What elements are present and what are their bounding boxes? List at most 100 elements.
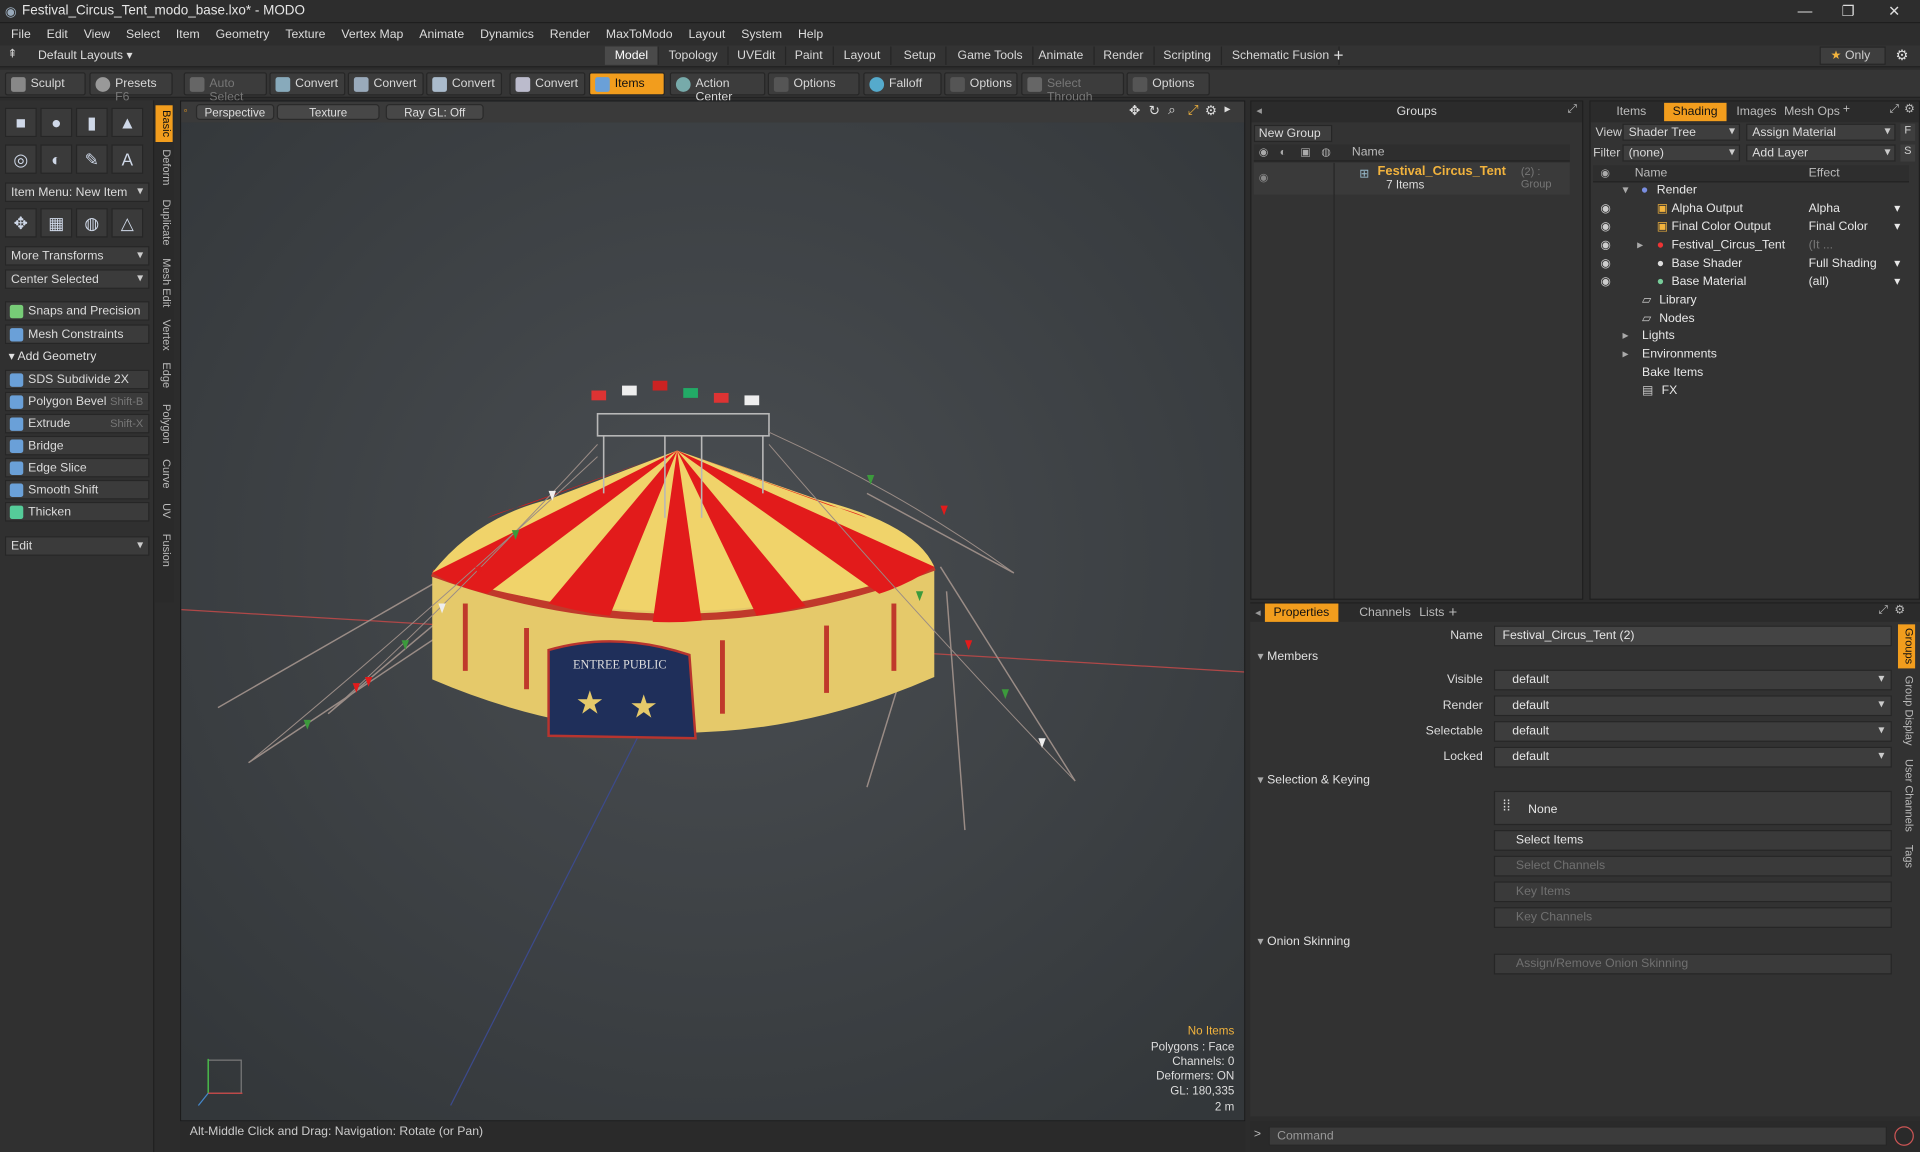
command-input[interactable]: Command bbox=[1268, 1126, 1887, 1146]
add-layer-s-button[interactable]: S bbox=[1900, 144, 1916, 162]
assign-onion-button[interactable]: Assign/Remove Onion Skinning bbox=[1493, 953, 1892, 975]
eye-icon[interactable]: ◉ bbox=[1600, 275, 1611, 288]
tool-sds-subdivide[interactable]: SDS Subdivide 2X bbox=[4, 369, 150, 390]
menu-item[interactable]: Item bbox=[176, 28, 200, 41]
edit-dropdown[interactable]: Edit bbox=[4, 536, 150, 556]
menu-layout[interactable]: Layout bbox=[689, 28, 726, 41]
tool-smooth-shift[interactable]: Smooth Shift bbox=[4, 479, 150, 500]
presets-button[interactable]: Presets F6 bbox=[89, 72, 173, 104]
shader-row-circus-tent[interactable]: ◉ ▸ ● Festival_Circus_Tent (It ... bbox=[1593, 239, 1909, 256]
action-center-options-button[interactable]: Options bbox=[767, 72, 860, 96]
filter-dropdown[interactable]: (none) bbox=[1622, 144, 1741, 162]
center-selected-dropdown[interactable]: Center Selected bbox=[4, 269, 150, 289]
visible-dropdown[interactable]: default bbox=[1493, 669, 1892, 691]
pyramid-icon[interactable]: △ bbox=[111, 208, 144, 238]
select-options-button[interactable]: Options bbox=[1126, 72, 1210, 96]
add-tab-icon[interactable]: + bbox=[1843, 103, 1850, 116]
shader-effect[interactable]: Full Shading bbox=[1809, 257, 1877, 270]
eye-icon[interactable]: ◉ bbox=[1600, 257, 1611, 270]
shader-row-base-material[interactable]: ◉ ● Base Material (all) ▾ bbox=[1593, 275, 1909, 292]
falloff-button[interactable]: Falloff bbox=[863, 72, 942, 96]
key-items-button[interactable]: Key Items bbox=[1493, 881, 1892, 903]
cylinder-icon[interactable]: ▮ bbox=[75, 107, 108, 138]
menu-maxtomodo[interactable]: MaxToModo bbox=[606, 28, 673, 41]
view-dropdown[interactable]: Shader Tree bbox=[1622, 123, 1741, 141]
eye-icon[interactable]: ◉ bbox=[1600, 220, 1611, 233]
chevron-down-icon[interactable]: ▾ bbox=[1894, 202, 1900, 215]
select-items-button[interactable]: Select Items bbox=[1493, 830, 1892, 851]
vtab-user-channels[interactable]: User Channels bbox=[1898, 757, 1915, 835]
assign-material-button[interactable]: Assign Material bbox=[1746, 123, 1896, 141]
name-input[interactable]: Festival_Circus_Tent (2) bbox=[1493, 625, 1892, 647]
tool-edge-slice[interactable]: Edge Slice bbox=[4, 457, 150, 478]
auto-select-button[interactable]: Auto Select bbox=[183, 72, 267, 104]
tool-extrude[interactable]: Extrude Shift-X bbox=[4, 413, 150, 434]
rotate-icon[interactable]: ↻ bbox=[1149, 103, 1160, 119]
vtab-fusion[interactable]: Fusion bbox=[156, 531, 172, 570]
menu-animate[interactable]: Animate bbox=[419, 28, 464, 41]
convert-polygon-button[interactable]: Convert bbox=[426, 72, 503, 96]
minimize-icon[interactable]: — bbox=[1798, 2, 1813, 19]
chevron-down-icon[interactable]: ▾ bbox=[1894, 257, 1900, 270]
transform-icon[interactable]: ✥ bbox=[4, 208, 37, 238]
vtab-deform[interactable]: Deform bbox=[156, 147, 172, 189]
tab-uvedit[interactable]: UVEdit bbox=[727, 46, 787, 65]
expand-icon[interactable]: ▸ bbox=[1622, 329, 1628, 342]
pen-icon[interactable]: ✎ bbox=[75, 144, 108, 174]
vtab-group-display[interactable]: Group Display bbox=[1898, 673, 1915, 749]
vtab-duplicate[interactable]: Duplicate bbox=[156, 196, 172, 250]
convert-edge-button[interactable]: Convert bbox=[347, 72, 424, 96]
globe-icon[interactable]: ◍ bbox=[75, 208, 108, 238]
onion-skinning-section[interactable]: Onion Skinning bbox=[1258, 935, 1350, 948]
tab-render[interactable]: Render bbox=[1093, 46, 1155, 65]
shader-row-alpha-output[interactable]: ◉ ▣ Alpha Output Alpha ▾ bbox=[1593, 202, 1909, 219]
panel-menu-icon[interactable]: ◂ bbox=[1255, 606, 1261, 619]
text-icon[interactable]: A bbox=[111, 144, 144, 174]
shader-row-library[interactable]: ▱ Library bbox=[1593, 294, 1909, 311]
3d-viewport[interactable]: ENTREE PUBLIC ★ ★ ◦ Perspective Texture … bbox=[180, 100, 1246, 1122]
menu-file[interactable]: File bbox=[11, 28, 31, 41]
falloff-options-button[interactable]: Options bbox=[944, 72, 1018, 96]
tab-layout[interactable]: Layout bbox=[834, 46, 892, 65]
convert-vertex-button[interactable]: Convert bbox=[269, 72, 346, 96]
record-icon[interactable] bbox=[1894, 1126, 1914, 1146]
vtab-vertex[interactable]: Vertex bbox=[156, 316, 172, 355]
maximize-icon[interactable]: ❐ bbox=[1842, 2, 1855, 19]
default-layouts-dropdown[interactable]: Default Layouts ▾ bbox=[38, 49, 133, 62]
panel-gear-icon[interactable]: ⚙ bbox=[1904, 103, 1915, 116]
perspective-dropdown[interactable]: Perspective bbox=[195, 104, 275, 120]
texture-dropdown[interactable]: Texture bbox=[276, 104, 380, 120]
maximize-panel-icon[interactable]: ⤢ bbox=[1889, 103, 1899, 116]
select-through-button[interactable]: Select Through bbox=[1021, 72, 1125, 104]
add-geometry-header[interactable]: ▾ Add Geometry bbox=[9, 350, 97, 363]
tab-game-tools[interactable]: Game Tools bbox=[948, 46, 1034, 65]
selectable-dropdown[interactable]: default bbox=[1493, 721, 1892, 742]
tab-setup[interactable]: Setup bbox=[894, 46, 947, 65]
maximize-panel-icon[interactable]: ⤢ bbox=[1567, 103, 1577, 116]
expand-icon[interactable]: ▸ bbox=[1637, 239, 1643, 252]
raygl-dropdown[interactable]: Ray GL: Off bbox=[385, 104, 484, 120]
menu-render[interactable]: Render bbox=[550, 28, 590, 41]
panel-gear-icon[interactable]: ⚙ bbox=[1894, 604, 1905, 617]
locked-dropdown[interactable]: default bbox=[1493, 746, 1892, 768]
items-mode-button[interactable]: Items bbox=[588, 72, 665, 96]
tab-scripting[interactable]: Scripting bbox=[1153, 46, 1222, 65]
shader-row-final-color[interactable]: ◉ ▣ Final Color Output Final Color ▾ bbox=[1593, 220, 1909, 237]
item-menu-dropdown[interactable]: Item Menu: New Item bbox=[4, 182, 150, 202]
add-layer-dropdown[interactable]: Add Layer bbox=[1746, 144, 1896, 162]
tool-thicken[interactable]: Thicken bbox=[4, 501, 150, 522]
tab-channels[interactable]: Channels bbox=[1351, 604, 1420, 622]
tab-animate[interactable]: Animate bbox=[1029, 46, 1095, 65]
eye-icon[interactable]: ◉ bbox=[1600, 239, 1611, 252]
grid-icon[interactable]: ▦ bbox=[40, 208, 73, 238]
key-channels-button[interactable]: Key Channels bbox=[1493, 907, 1892, 928]
only-toggle[interactable]: ★ Only bbox=[1819, 46, 1886, 65]
shader-row-bake-items[interactable]: Bake Items bbox=[1593, 366, 1909, 383]
vtab-polygon[interactable]: Polygon bbox=[156, 399, 172, 448]
close-icon[interactable]: ✕ bbox=[1888, 2, 1900, 19]
capsule-icon[interactable]: ◐ bbox=[40, 144, 73, 174]
torus-icon[interactable]: ◎ bbox=[4, 144, 37, 174]
tab-items[interactable]: Items bbox=[1608, 103, 1655, 121]
menu-texture[interactable]: Texture bbox=[285, 28, 325, 41]
shader-row-lights[interactable]: ▸ Lights bbox=[1593, 329, 1909, 346]
